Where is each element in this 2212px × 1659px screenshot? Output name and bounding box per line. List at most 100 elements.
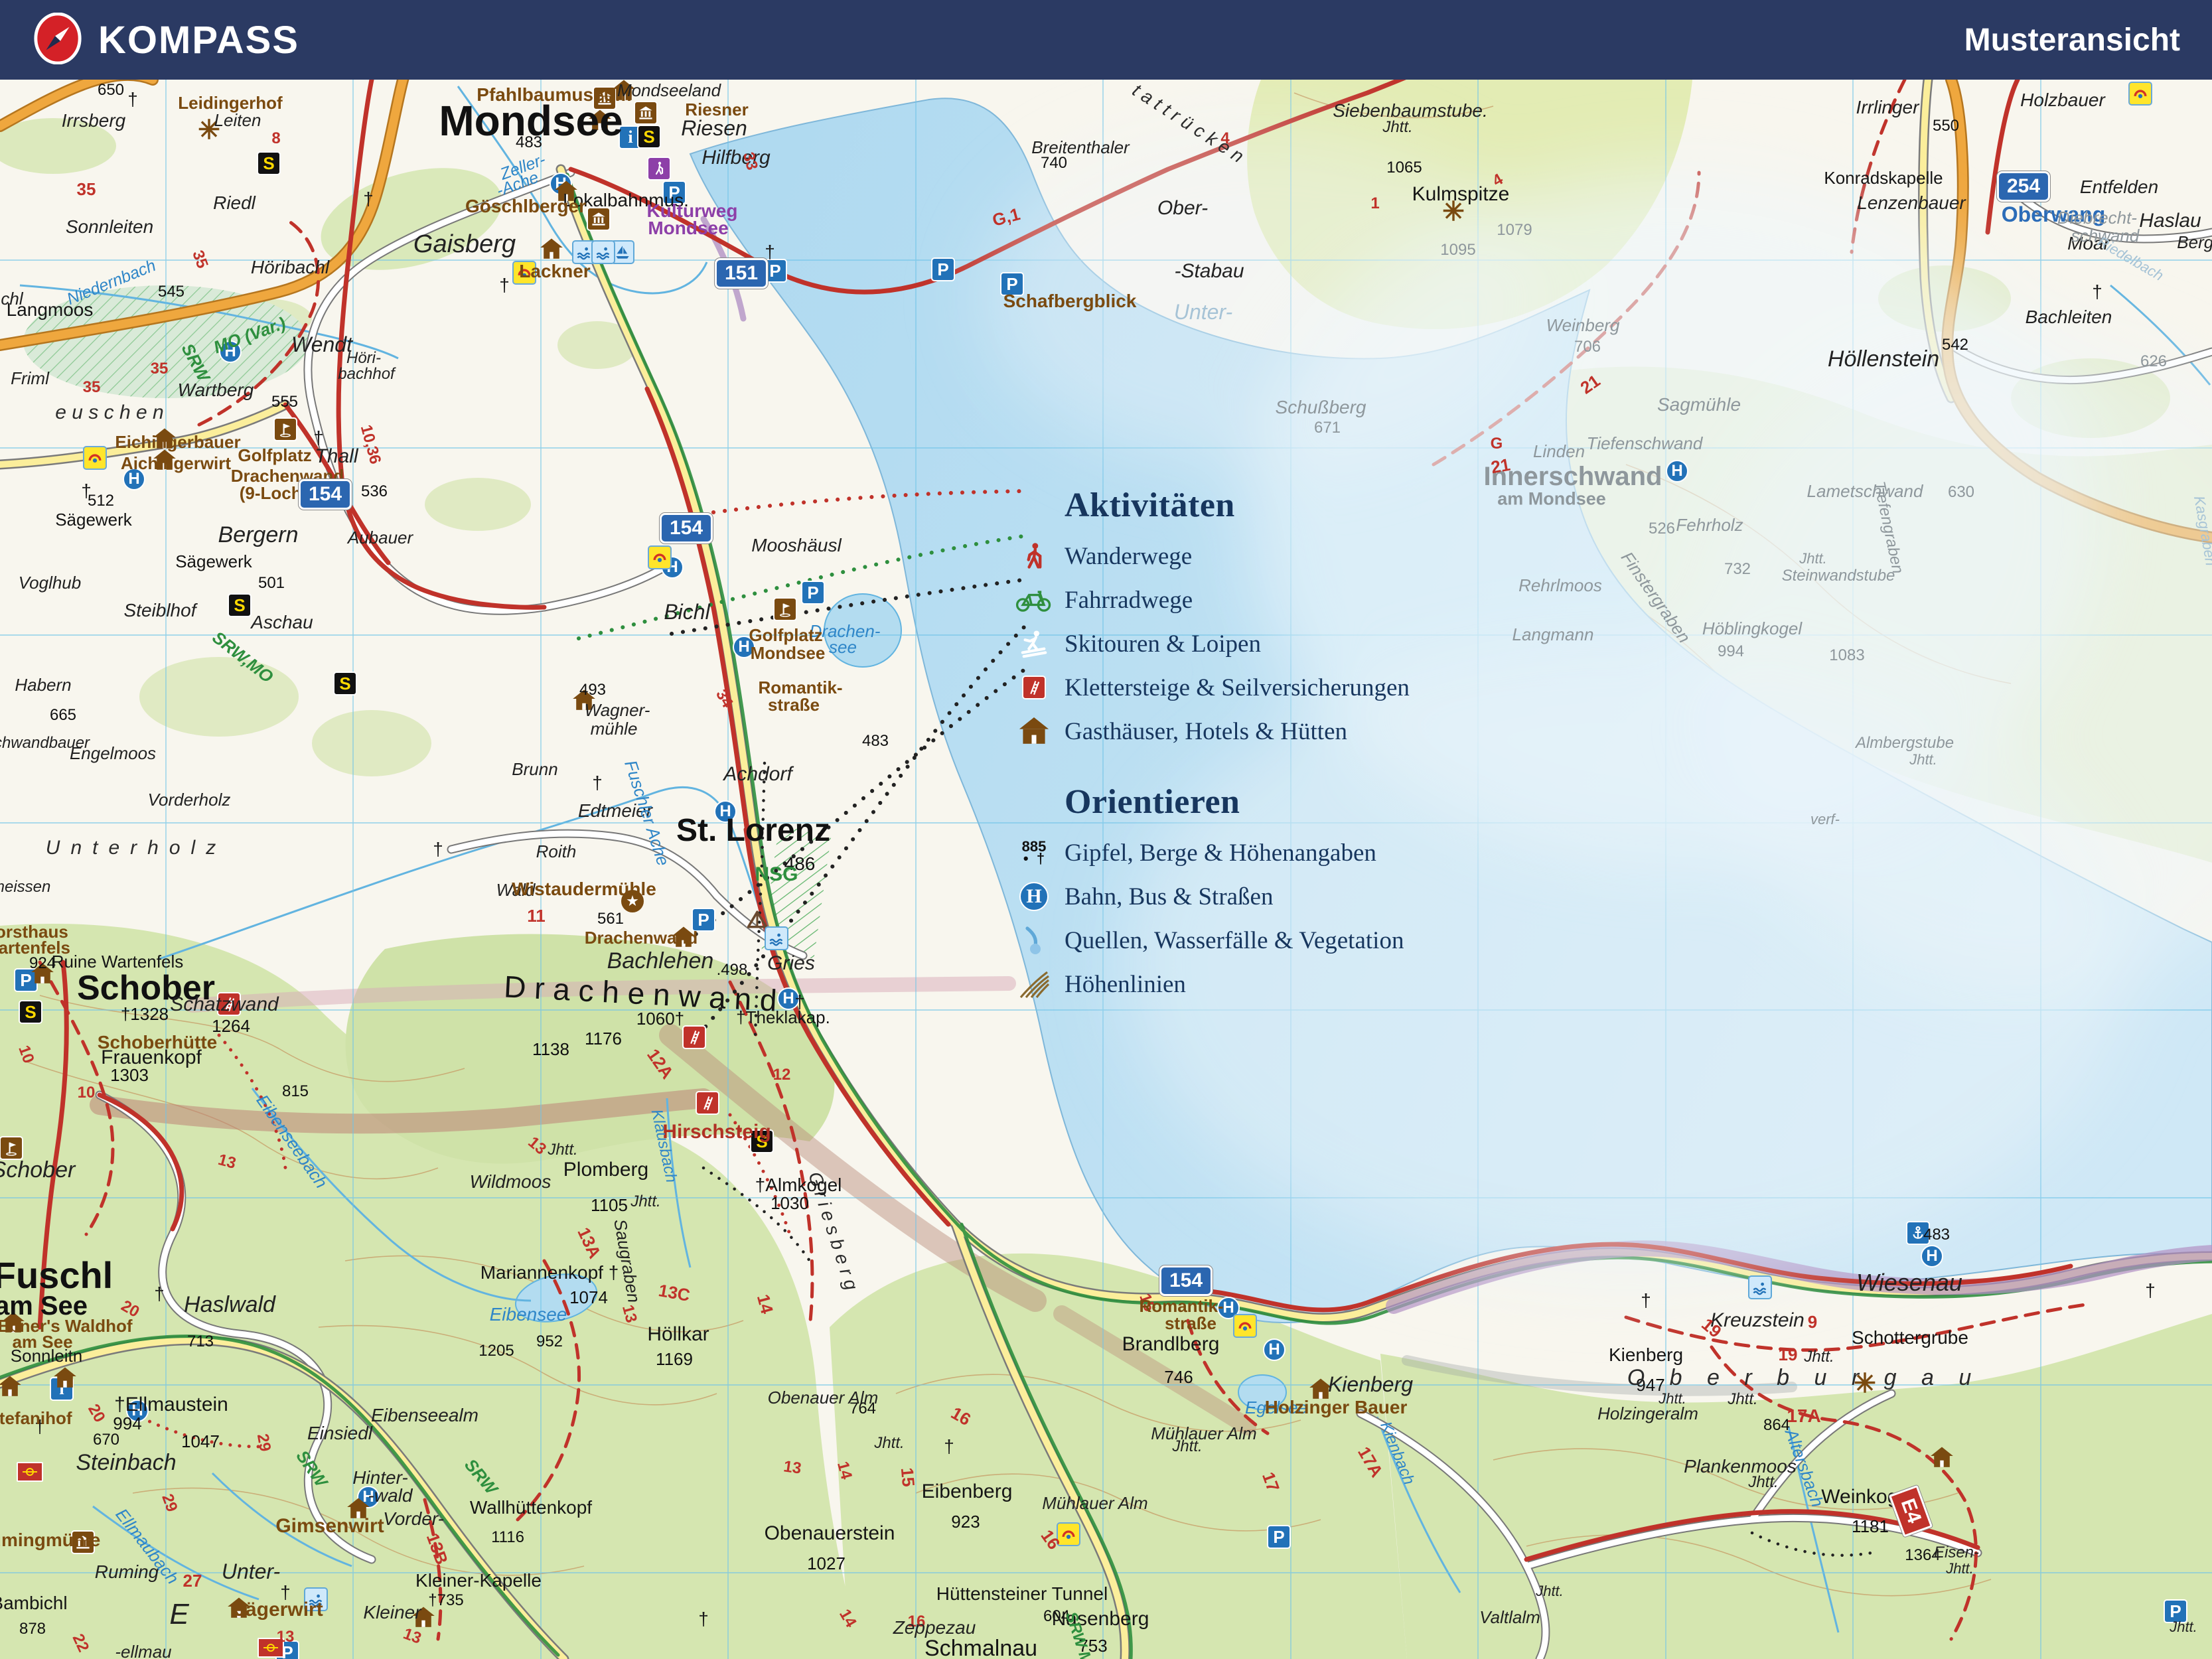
map-label: 1205 [479,1343,514,1359]
legend-activities-list: WanderwegeFahrradwegeSkitouren & LoipenK… [1015,534,1410,753]
spring-icon [1015,926,1053,955]
map-label: 1176 [585,1030,622,1047]
map-label: Lenzenbauer [1857,194,1965,212]
map-label: Jägerwirt [234,1600,323,1620]
legend-item-label: Gasthäuser, Hotels & Hütten [1065,717,1347,746]
map-label: 1181 [1852,1518,1889,1535]
map-label: (9-Loch) [240,484,308,502]
map-label: 1264 [212,1017,250,1035]
map-label: Langmann [1512,626,1594,643]
map-label: 1030 [771,1194,809,1212]
legend-item-label: Klettersteige & Seilversicherungen [1065,674,1410,702]
map-label: Ober- [1157,198,1208,218]
map-label: Mondsee [751,644,826,662]
map-label: 630 [1948,484,1974,500]
map-label: Jhtt. [1172,1439,1202,1455]
legend-item-label: Höhenlinien [1065,970,1186,999]
map-label: Bachlehen [607,950,714,972]
map-label: Unter- [222,1561,280,1582]
map-label: 10 [78,1085,96,1101]
map-label: Tiefenschwand [1587,435,1703,452]
map-label: Jhtt. [1804,1349,1834,1365]
map-label: Jhtt. [1382,119,1412,135]
map-label: 536 [361,484,388,500]
legend-item-label: Skitouren & Loipen [1065,630,1261,658]
map-label: Jhtt. [1748,1475,1778,1490]
map-label: Bambichl [0,1594,68,1613]
map-label: Sägewerk [175,553,252,570]
map-label: Bichl [664,601,709,622]
smark-icon: S [333,672,357,695]
map-label: Jhtt. [1909,753,1937,767]
museum-icon [634,101,658,125]
map-label: 526 [1649,521,1675,537]
map-label: Leiten [214,111,261,129]
map-label: Irrlinger [1856,98,1919,117]
map-label: Achdorf [723,764,792,784]
poiy-icon [2128,82,2152,106]
map-label: Schober [0,1159,75,1181]
map-label: verf- [1810,812,1840,827]
map-label: Riesen [681,117,747,139]
map-label: 19 [1779,1346,1798,1363]
map-label: 923 [951,1513,980,1530]
map-label: 670 [93,1432,119,1448]
cross-icon: † [433,839,443,860]
cross-icon: † [2092,281,2102,303]
climb-icon [696,1091,719,1115]
map-label: Einsiedl [307,1424,372,1443]
map-label: Wallhüttenkopf [470,1498,592,1517]
map-label: Plomberg [563,1160,648,1180]
golf-icon [773,597,797,621]
map-label: 746 [1164,1368,1193,1386]
map-label: 1169 [656,1350,693,1368]
map-label: Habern [15,676,71,693]
road-shield: 154 [1159,1265,1213,1296]
map-label: Schafbergblick [1003,292,1137,311]
map-label: Weinberg [1546,317,1620,334]
map-label: †Almkogel [755,1176,842,1194]
map-label: Jhtt. [2170,1620,2197,1634]
legend-orient-title: Orientieren [1065,782,1410,822]
map-label: Steinwandstube [1782,568,1895,584]
legend-item: Skitouren & Loipen [1015,622,1410,666]
hut-icon [1015,717,1053,745]
road-shield: 154 [299,479,352,510]
map-label: G [1491,436,1503,452]
poiy-icon [648,545,672,569]
map-label: 9 [1808,1313,1817,1331]
map-label: 35 [77,180,96,198]
cross-icon: † [499,275,510,296]
map-label: 764 [849,1401,876,1417]
map-label: Vorder- [383,1510,444,1528]
map-label: Drachenwand [585,929,698,946]
map-label: Höblingkogel [1702,620,1802,637]
map-label: Gries [767,954,815,974]
house-icon [0,1376,21,1401]
legend-item-label: Quellen, Wasserfälle & Vegetation [1065,926,1404,955]
map-label: 15 [899,1467,917,1487]
map-label: Eibenberg [922,1482,1013,1502]
map-label: Zeppezau [893,1619,976,1637]
smark-icon: S [637,125,661,149]
map-label: 493 [579,682,606,698]
map-label: Jhtt. [874,1435,904,1451]
map-label: Golfplatz [238,447,311,464]
map-label: Sägewerk [55,511,132,528]
map-label: Almbergstube [1856,735,1954,751]
map-label: -ellmau [115,1643,171,1659]
swim-icon [591,240,615,264]
map-label: Schmalnau [924,1637,1037,1659]
house-icon [1931,1447,1953,1472]
cross-icon: † [1641,1290,1651,1311]
map-label: Valtlalm [1479,1609,1540,1626]
brand: KOMPASS [32,13,299,68]
map-label: Kreuzstein [1710,1311,1805,1331]
map-label: Konradskapelle [1824,169,1943,186]
legend-item: Gasthäuser, Hotels & Hütten [1015,709,1410,753]
legend-item-label: Bahn, Bus & Straßen [1065,883,1273,911]
swim-icon [1748,1275,1772,1299]
map-label: Entfelden [2080,178,2158,196]
map-label: 29 [254,1433,273,1453]
map-label: Jhtt. [630,1194,660,1210]
